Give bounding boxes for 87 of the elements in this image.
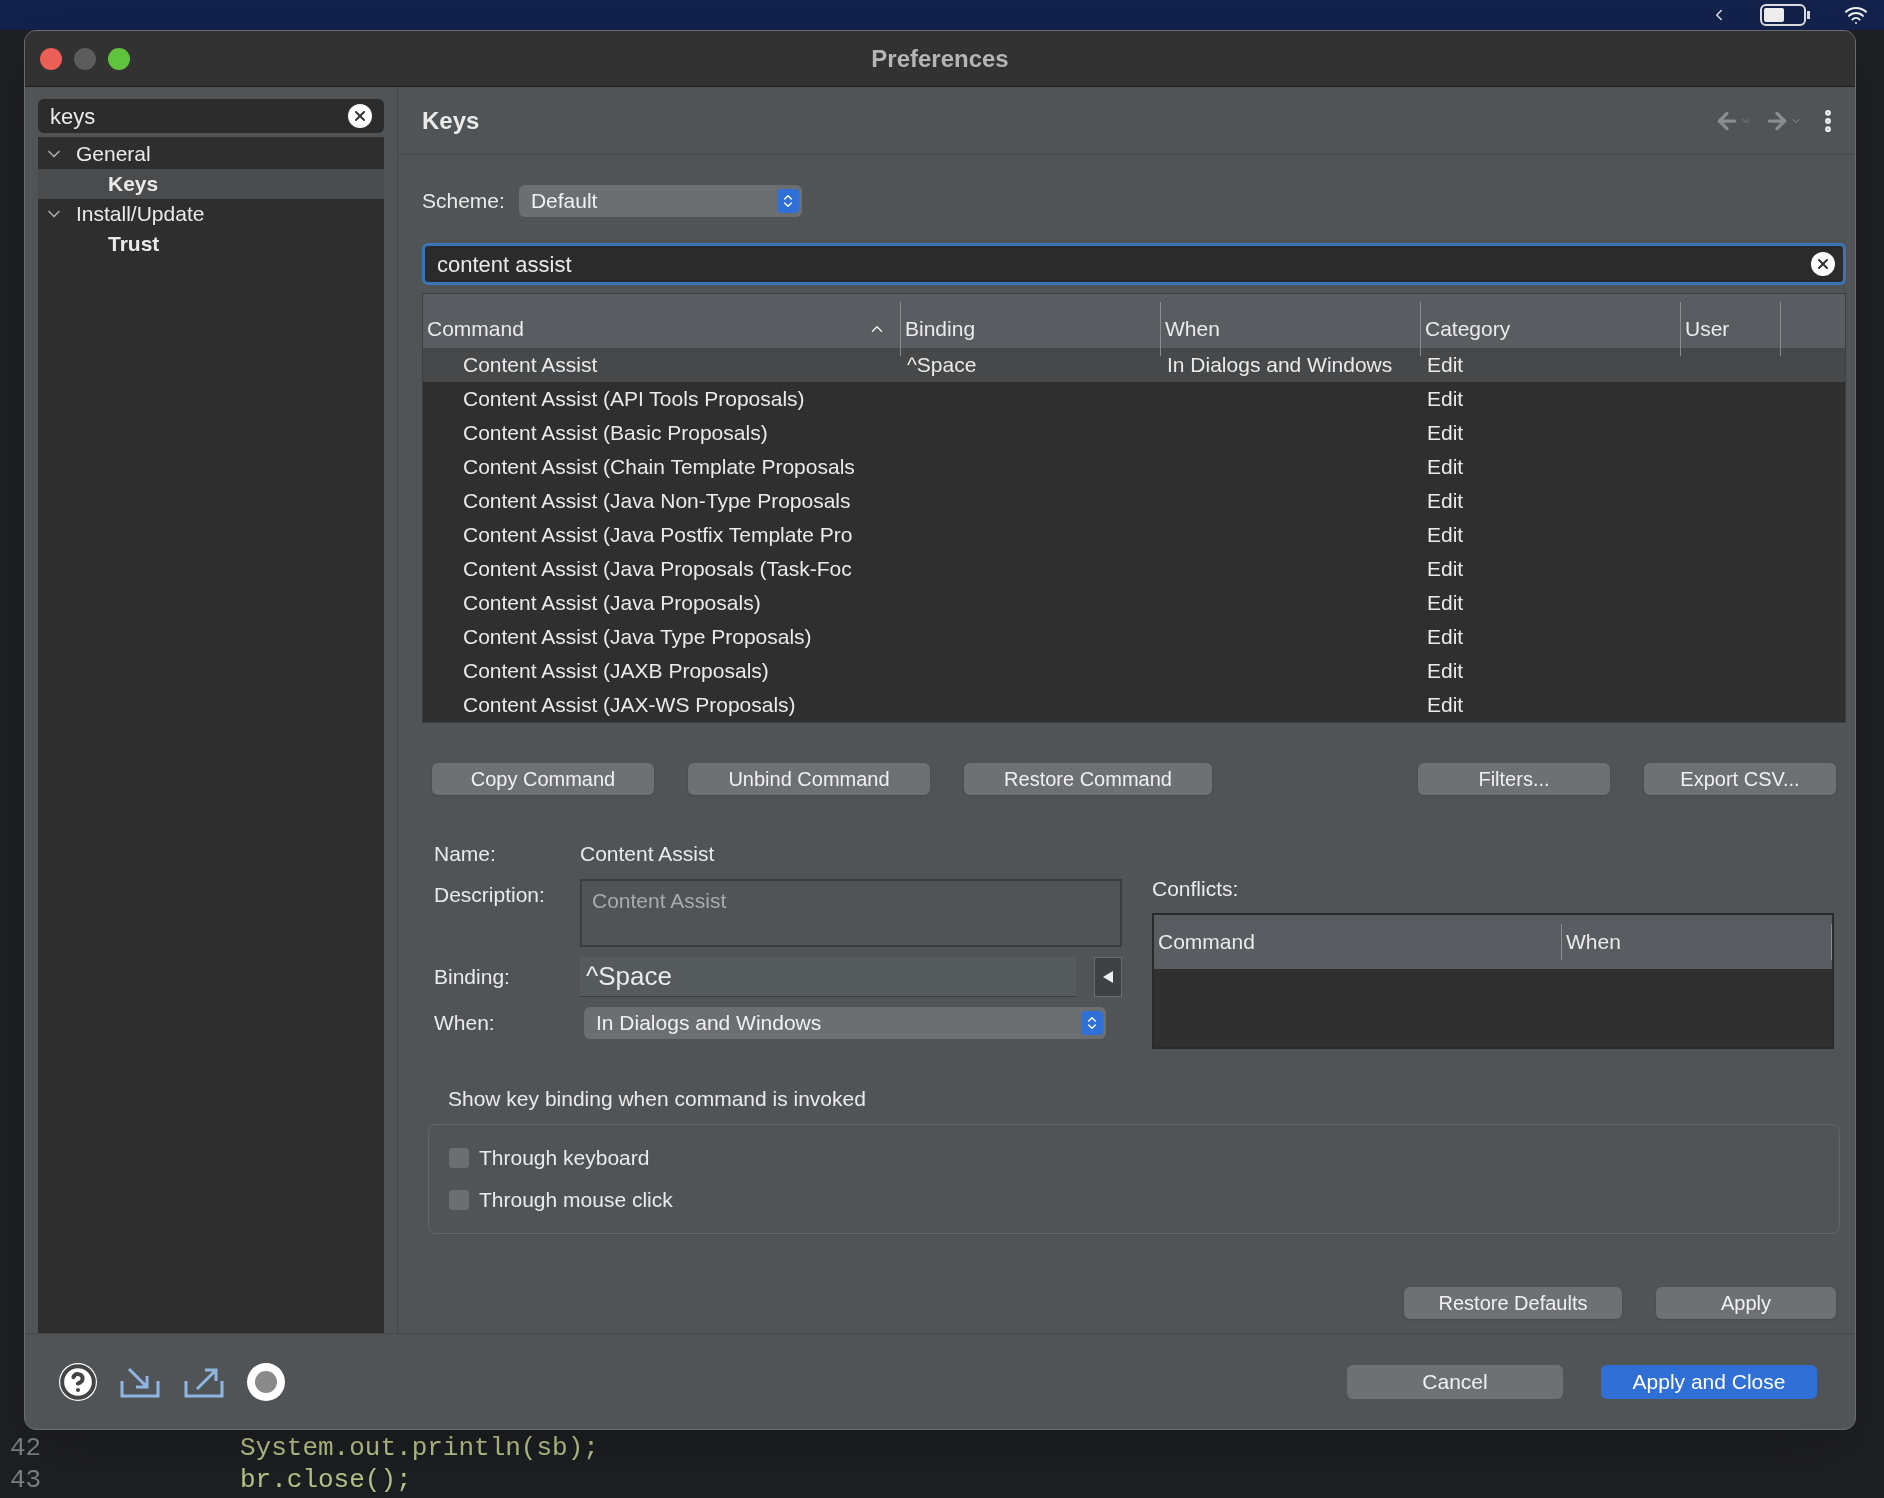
conflicts-label: Conflicts: xyxy=(1152,876,1240,902)
tree-item[interactable]: Keys xyxy=(38,169,384,199)
checkbox-label: Through keyboard xyxy=(479,1145,650,1172)
x-icon xyxy=(352,108,368,124)
table-cell: Content Assist (Basic Proposals) xyxy=(463,421,768,445)
dropdown-arrows-icon xyxy=(1081,1011,1103,1035)
table-row[interactable]: Content Assist ^Space In Dialogs and Windows Edit xyxy=(423,348,1845,382)
search-field[interactable]: content assist xyxy=(422,243,1846,285)
table-cell: Content Assist xyxy=(463,353,598,377)
group-label: Show key binding when command is invoked xyxy=(448,1085,867,1112)
table-cell: Edit xyxy=(1427,353,1464,377)
table-row[interactable]: Content Assist (JAXB Proposals) Edit xyxy=(423,654,1845,688)
button[interactable]: Apply xyxy=(1656,1287,1836,1319)
table-row[interactable]: Content Assist (Java Postfix Template Pro Edit xyxy=(423,518,1845,552)
line-number: 43 xyxy=(9,1463,43,1497)
table-cell: Edit xyxy=(1427,625,1464,649)
tree-item[interactable]: Trust xyxy=(38,229,384,259)
clear-button[interactable] xyxy=(1811,252,1835,276)
table-cell: Content Assist (Java Non-Type Proposals xyxy=(463,489,851,513)
command-name: Content Assist xyxy=(580,841,715,868)
table-cell: In Dialogs and Windows xyxy=(1167,353,1393,377)
table-cell: Edit xyxy=(1427,421,1464,445)
dropdown[interactable]: Default xyxy=(518,185,802,217)
table-row[interactable]: Content Assist (Java Proposals (Task-Foc Edit xyxy=(423,552,1845,586)
battery-icon xyxy=(1760,4,1812,26)
tree-item[interactable]: General xyxy=(38,139,384,169)
table-row[interactable]: Content Assist (API Tools Proposals) Edit xyxy=(423,382,1845,416)
description-field[interactable]: Content Assist xyxy=(580,879,1122,947)
table-cell: Content Assist (JAX-WS Proposals) xyxy=(463,693,796,717)
checkbox[interactable] xyxy=(449,1148,469,1168)
table-cell: Edit xyxy=(1427,489,1464,513)
column-header[interactable]: When xyxy=(1562,923,1832,960)
button[interactable]: Filters... xyxy=(1418,763,1610,795)
table-cell: Content Assist (Java Type Proposals) xyxy=(463,625,812,649)
clear-button[interactable] xyxy=(348,104,372,128)
code-line: br.close(); xyxy=(240,1463,412,1497)
table-cell: Content Assist (Chain Template Proposals xyxy=(463,455,855,479)
field-label: When: xyxy=(434,1010,496,1037)
button[interactable]: Restore Command xyxy=(964,763,1212,795)
checkbox[interactable] xyxy=(449,1190,469,1210)
filter-field[interactable]: keys xyxy=(38,99,384,133)
table-cell: Content Assist (Java Proposals) xyxy=(463,591,761,615)
column-header[interactable]: Command xyxy=(1154,923,1562,960)
binding-field[interactable]: ^Space xyxy=(580,957,1076,997)
help-icon[interactable] xyxy=(59,1362,97,1401)
table-cell: Edit xyxy=(1427,455,1464,479)
button[interactable]: Copy Command xyxy=(432,763,654,795)
binding-menu-button[interactable] xyxy=(1094,957,1122,997)
table-cell: Edit xyxy=(1427,693,1464,717)
field-label: Name: xyxy=(434,841,497,868)
table-row[interactable]: Content Assist (JAX-WS Proposals) Edit xyxy=(423,688,1845,722)
scheme-label: Scheme: xyxy=(422,188,505,215)
table-cell: Content Assist (API Tools Proposals) xyxy=(463,387,805,411)
table-cell: Content Assist (JAXB Proposals) xyxy=(463,659,769,683)
x-icon xyxy=(1815,256,1831,272)
table-row[interactable]: Content Assist (Java Non-Type Proposals Edit xyxy=(423,484,1845,518)
table-cell: Edit xyxy=(1427,387,1464,411)
table-row[interactable]: Content Assist (Java Type Proposals) Edit xyxy=(423,620,1845,654)
field-label: Description: xyxy=(434,882,546,908)
line-number: 42 xyxy=(9,1431,43,1465)
table-cell: Content Assist (Java Proposals (Task-Foc xyxy=(463,557,852,581)
table-cell: Edit xyxy=(1427,523,1464,547)
button[interactable]: Apply and Close xyxy=(1601,1364,1817,1399)
table-cell: Edit xyxy=(1427,591,1464,615)
button[interactable]: Export CSV... xyxy=(1644,763,1836,795)
code-line: System.out.println(sb); xyxy=(240,1431,599,1465)
table-cell: ^Space xyxy=(907,353,977,377)
page-title: Keys xyxy=(422,105,480,136)
table-cell: Edit xyxy=(1427,659,1464,683)
record-icon[interactable] xyxy=(247,1362,285,1401)
maximize-icon[interactable] xyxy=(108,47,130,70)
table-row[interactable]: Content Assist (Basic Proposals) Edit xyxy=(423,416,1845,450)
close-icon[interactable] xyxy=(40,47,62,70)
checkbox-label: Through mouse click xyxy=(479,1187,673,1214)
table-cell: Edit xyxy=(1427,557,1464,581)
dropdown-arrows-icon xyxy=(776,189,799,213)
table-row[interactable]: Content Assist (Chain Template Proposals Edit xyxy=(423,450,1845,484)
triangle-left-icon xyxy=(1103,971,1113,983)
button[interactable]: Cancel xyxy=(1347,1364,1563,1399)
dropdown[interactable]: In Dialogs and Windows xyxy=(584,1007,1106,1039)
tree-item[interactable]: Install/Update xyxy=(38,199,384,229)
table-row[interactable]: Content Assist (Java Proposals) Edit xyxy=(423,586,1845,620)
button[interactable]: Unbind Command xyxy=(688,763,930,795)
field-label: Binding: xyxy=(434,964,511,991)
table-cell: Content Assist (Java Postfix Template Pro xyxy=(463,523,853,547)
window-title: Preferences xyxy=(871,43,1009,74)
button[interactable]: Restore Defaults xyxy=(1404,1287,1622,1319)
